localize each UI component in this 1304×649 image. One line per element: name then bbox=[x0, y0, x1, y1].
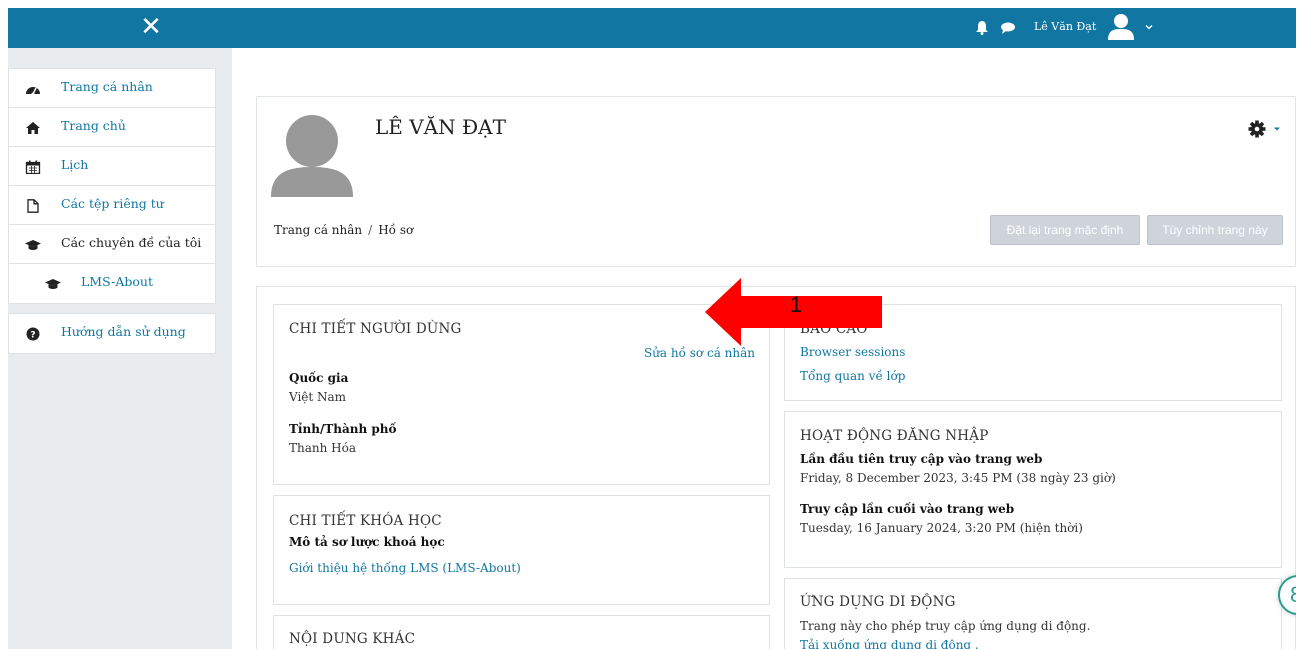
sidebar-item-lms-about[interactable]: LMS-About bbox=[9, 264, 215, 303]
profile-header: LÊ VĂN ĐẠT Trang cá nhân / Hồ sơ Đặt lại… bbox=[256, 96, 1296, 267]
svg-text:?: ? bbox=[30, 331, 35, 341]
first-access-label: Lần đầu tiên truy cập vào trang web bbox=[800, 452, 1043, 466]
misc-card: NỘI DUNG KHÁC bbox=[273, 615, 770, 649]
close-drawer-button[interactable]: ✕ bbox=[136, 12, 166, 42]
sidebar-item-dashboard[interactable]: Trang cá nhân bbox=[9, 69, 215, 108]
sidebar-item-label: Trang chủ bbox=[61, 118, 126, 133]
mobile-app-text: Trang này cho phép truy cập ứng dụng di … bbox=[800, 619, 1091, 633]
course-link[interactable]: Giới thiệu hệ thống LMS (LMS-About) bbox=[289, 561, 521, 575]
customize-page-button[interactable]: Tùy chỉnh trang này bbox=[1147, 215, 1283, 245]
sidebar-item-label: LMS-About bbox=[81, 274, 153, 289]
top-navbar: ✕ Lê Văn Đạt bbox=[8, 8, 1296, 48]
country-value: Việt Nam bbox=[289, 390, 347, 404]
sidebar-item-help[interactable]: ? Hướng dẫn sử dụng bbox=[9, 314, 215, 353]
country-label: Quốc gia bbox=[289, 371, 349, 385]
file-icon bbox=[27, 199, 39, 213]
user-avatar-icon[interactable] bbox=[1106, 12, 1136, 42]
sidebar-item-home[interactable]: Trang chủ bbox=[9, 108, 215, 147]
chat-icon[interactable] bbox=[1001, 22, 1015, 34]
course-details-title: CHI TIẾT KHÓA HỌC bbox=[289, 513, 442, 529]
user-details-card: CHI TIẾT NGƯỜI DÙNG Sửa hồ sơ cá nhân Qu… bbox=[273, 304, 770, 485]
sidebar-item-my-courses[interactable]: Các chuyên đề của tôi bbox=[9, 225, 215, 264]
edit-profile-link[interactable]: Sửa hồ sơ cá nhân bbox=[644, 346, 755, 360]
last-access-value: Tuesday, 16 January 2024, 3:20 PM (hiện … bbox=[800, 521, 1083, 535]
course-details-card: CHI TIẾT KHÓA HỌC Mô tả sơ lược khoá học… bbox=[273, 495, 770, 605]
profile-avatar[interactable] bbox=[271, 111, 353, 197]
question-circle-icon: ? bbox=[26, 327, 40, 341]
breadcrumb-current: Hồ sơ bbox=[378, 223, 414, 237]
course-overview-link[interactable]: Tổng quan về lớp bbox=[800, 369, 905, 383]
mobile-app-download-link[interactable]: Tải xuống ứng dụng di động . bbox=[800, 638, 979, 649]
sidebar-nav: Trang cá nhân Trang chủ Lịch Các tệp riê… bbox=[8, 68, 216, 304]
misc-title: NỘI DUNG KHÁC bbox=[289, 631, 416, 647]
breadcrumb-separator: / bbox=[368, 223, 373, 237]
user-menu-area: Lê Văn Đạt bbox=[946, 8, 1296, 48]
sidebar-help: ? Hướng dẫn sử dụng bbox=[8, 313, 216, 354]
breadcrumb: Trang cá nhân / Hồ sơ bbox=[274, 223, 413, 237]
user-details-title: CHI TIẾT NGƯỜI DÙNG bbox=[289, 321, 462, 337]
annotation-number: 1 bbox=[790, 292, 803, 317]
calendar-icon bbox=[25, 160, 41, 174]
sidebar-item-calendar[interactable]: Lịch bbox=[9, 147, 215, 186]
sidebar-item-private-files[interactable]: Các tệp riêng tư bbox=[9, 186, 215, 225]
sidebar-item-label: Các tệp riêng tư bbox=[61, 196, 164, 211]
login-activity-card: HOẠT ĐỘNG ĐĂNG NHẬP Lần đầu tiên truy cậ… bbox=[784, 411, 1282, 568]
fab-icon: 8 bbox=[1290, 582, 1296, 608]
sidebar-item-label: Các chuyên đề của tôi bbox=[61, 235, 202, 250]
browser-sessions-link[interactable]: Browser sessions bbox=[800, 345, 905, 359]
gear-icon[interactable] bbox=[1247, 119, 1287, 139]
sidebar-item-label: Lịch bbox=[61, 157, 89, 172]
login-activity-title: HOẠT ĐỘNG ĐĂNG NHẬP bbox=[800, 428, 989, 444]
graduation-cap-icon bbox=[45, 279, 61, 289]
graduation-cap-icon bbox=[25, 240, 41, 250]
mobile-app-title: ỨNG DỤNG DI ĐỘNG bbox=[800, 594, 956, 610]
browser-viewport: ✕ Lê Văn Đạt Trang cá nhân Trang chủ Lịc… bbox=[8, 8, 1296, 649]
first-access-value: Friday, 8 December 2023, 3:45 PM (38 ngà… bbox=[800, 471, 1116, 485]
dashboard-icon bbox=[26, 87, 40, 96]
reset-page-button[interactable]: Đặt lại trang mặc định bbox=[990, 215, 1140, 245]
city-value: Thanh Hóa bbox=[289, 441, 357, 455]
bell-icon[interactable] bbox=[976, 21, 988, 35]
city-label: Tỉnh/Thành phố bbox=[289, 422, 397, 436]
profile-user-name: LÊ VĂN ĐẠT bbox=[375, 115, 506, 139]
breadcrumb-dashboard-link[interactable]: Trang cá nhân bbox=[274, 223, 362, 237]
home-icon bbox=[26, 122, 40, 134]
course-profiles-label: Mô tả sơ lược khoá học bbox=[289, 535, 445, 549]
mobile-app-card: ỨNG DỤNG DI ĐỘNG Trang này cho phép truy… bbox=[784, 578, 1282, 649]
chevron-down-icon[interactable] bbox=[1144, 22, 1154, 32]
user-name-label[interactable]: Lê Văn Đạt bbox=[1034, 20, 1096, 33]
sidebar-item-label: Trang cá nhân bbox=[61, 79, 153, 94]
sidebar-item-label: Hướng dẫn sử dụng bbox=[61, 324, 186, 339]
last-access-label: Truy cập lần cuối vào trang web bbox=[800, 502, 1015, 516]
